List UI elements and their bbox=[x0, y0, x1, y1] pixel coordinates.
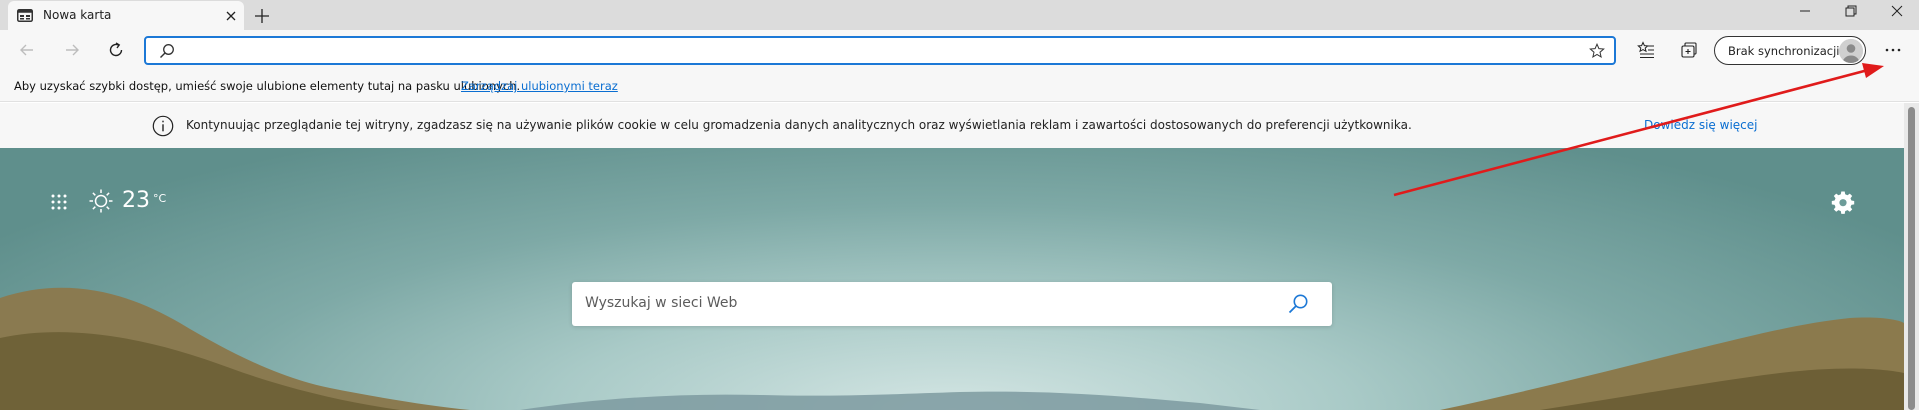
favorites-bar-message: Aby uzyskać szybki dostęp, umieść swoje … bbox=[14, 79, 521, 93]
new-tab-background: 23 °C Wyszukaj w sieci Web bbox=[0, 148, 1904, 410]
star-icon[interactable] bbox=[1589, 43, 1605, 59]
minimize-icon[interactable] bbox=[1795, 3, 1815, 19]
refresh-icon[interactable] bbox=[106, 40, 126, 60]
scrollbar-thumb[interactable] bbox=[1908, 107, 1915, 410]
newtab-page-icon bbox=[17, 9, 33, 22]
plus-icon[interactable] bbox=[253, 7, 271, 25]
web-search-placeholder: Wyszukaj w sieci Web bbox=[585, 295, 738, 311]
more-horizontal-icon[interactable] bbox=[1884, 41, 1902, 59]
arrow-left-icon[interactable] bbox=[17, 40, 37, 60]
sun-icon bbox=[89, 189, 113, 213]
app-launcher-grid-icon[interactable] bbox=[50, 193, 68, 211]
profile-avatar-icon bbox=[1839, 39, 1863, 63]
cookie-banner-text: Kontynuując przeglądanie tej witryny, zg… bbox=[186, 118, 1412, 132]
cookie-consent-banner: Kontynuując przeglądanie tej witryny, zg… bbox=[0, 103, 1904, 148]
tab-strip: Nowa karta bbox=[0, 0, 1919, 30]
restore-icon[interactable] bbox=[1841, 3, 1861, 19]
address-bar[interactable] bbox=[144, 36, 1616, 65]
web-search-box[interactable]: Wyszukaj w sieci Web bbox=[572, 282, 1332, 326]
learn-more-link[interactable]: Dowiedz się więcej bbox=[1644, 118, 1757, 132]
browser-toolbar: Brak synchronizacji bbox=[0, 30, 1919, 70]
favorites-bar: Aby uzyskać szybki dostęp, umieść swoje … bbox=[0, 70, 1919, 102]
tab-title: Nowa karta bbox=[43, 8, 112, 22]
manage-favorites-link[interactable]: Zarządzaj ulubionymi teraz bbox=[461, 79, 618, 93]
weather-temperature[interactable]: 23 bbox=[122, 188, 150, 213]
sync-status-label: Brak synchronizacji bbox=[1728, 44, 1840, 58]
weather-unit: °C bbox=[153, 192, 167, 205]
gear-icon[interactable] bbox=[1831, 190, 1855, 214]
landscape-hills-image bbox=[0, 287, 1904, 410]
tab-new-tab[interactable]: Nowa karta bbox=[8, 1, 244, 30]
info-icon bbox=[152, 115, 174, 137]
search-icon[interactable] bbox=[1286, 292, 1310, 316]
search-icon bbox=[160, 44, 174, 58]
page-scrollbar[interactable] bbox=[1904, 103, 1919, 410]
sync-profile-button[interactable]: Brak synchronizacji bbox=[1714, 36, 1866, 65]
collections-icon[interactable] bbox=[1680, 41, 1698, 59]
window-close-icon[interactable] bbox=[1887, 3, 1907, 19]
arrow-right-icon[interactable] bbox=[62, 40, 82, 60]
favorites-list-icon[interactable] bbox=[1637, 41, 1655, 59]
close-icon[interactable] bbox=[223, 8, 239, 24]
